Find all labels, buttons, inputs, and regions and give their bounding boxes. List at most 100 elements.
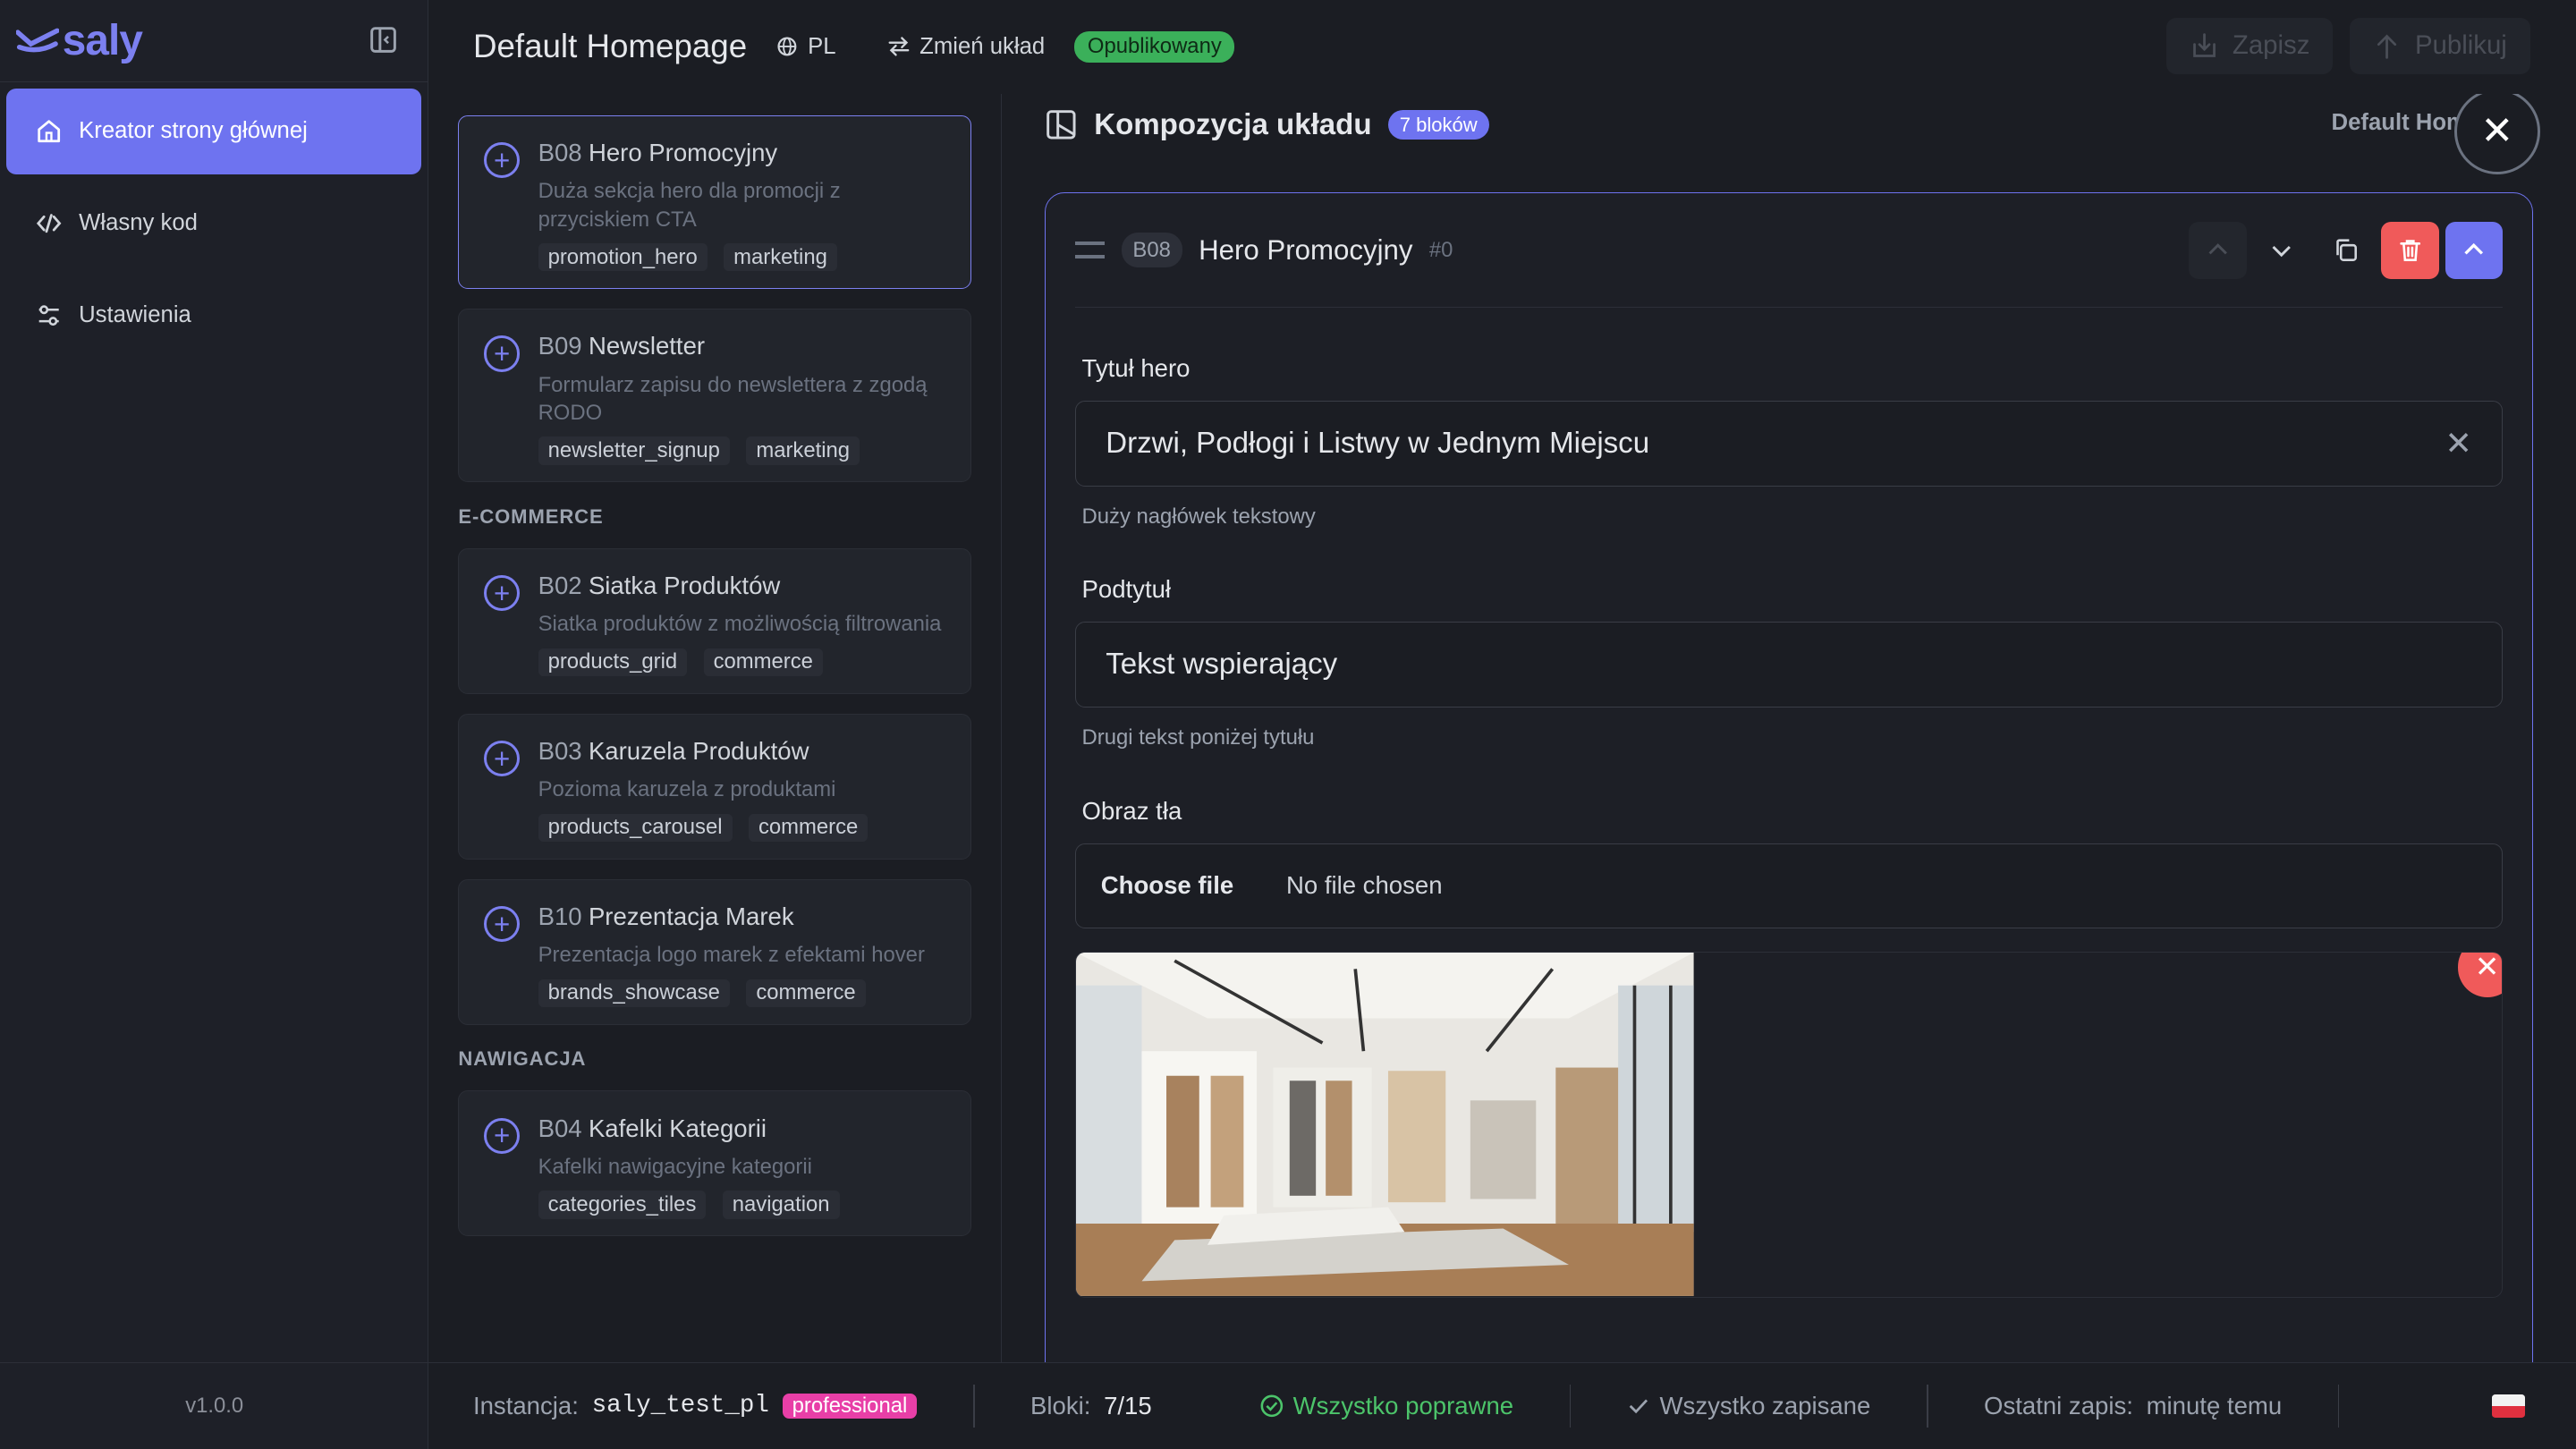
change-layout-button[interactable]: Zmień układ [888, 34, 1045, 60]
close-button[interactable]: ✕ [2454, 93, 2540, 174]
library-card[interactable]: + B10 Prezentacja Marek Prezentacja logo … [458, 878, 972, 1025]
sidebar-item-label: Własny kod [79, 210, 198, 236]
save-button[interactable]: Zapisz [2166, 18, 2334, 74]
block-count-badge: 7 bloków [1387, 109, 1489, 140]
block-code: B04 [538, 1114, 582, 1143]
block-library: + B08 Hero Promocyjny Duża sekcja hero dl… [428, 93, 1003, 1362]
block-actions [2189, 221, 2504, 279]
poland-flag-icon[interactable] [2492, 1394, 2526, 1418]
status-bar: Instancja: saly_test_pl professional Blo… [428, 1361, 2576, 1449]
language-label: PL [808, 33, 836, 59]
input-value: Drzwi, Podłogi i Listwy w Jednym Miejscu [1106, 426, 1650, 460]
input-value: Tekst wspierający [1106, 648, 1338, 682]
plan-badge: professional [782, 1393, 918, 1419]
composition-title: Kompozycja układu [1094, 107, 1372, 141]
sidebar-item-custom-code[interactable]: Własny kod [6, 181, 421, 267]
library-section-title: E-COMMERCE [458, 504, 604, 528]
collapse-block-button[interactable] [2445, 221, 2504, 279]
library-section-title: NAWIGACJA [458, 1047, 587, 1071]
field-label: Podtytuł [1081, 575, 1172, 604]
code-icon [37, 214, 62, 233]
drag-handle-icon[interactable] [1075, 242, 1106, 258]
sidebar-item-label: Kreator strony głównej [79, 118, 308, 144]
block-description: Duża sekcja hero dla promocji z przycisk… [538, 179, 841, 232]
save-icon [2193, 33, 2216, 57]
library-card[interactable]: + B03 Karuzela Produktów Pozioma karuzela… [458, 713, 972, 860]
block-description: Prezentacja logo marek z efektami hover [538, 943, 925, 968]
field-label: Obraz tła [1081, 796, 1182, 825]
move-down-button[interactable] [2253, 222, 2310, 279]
move-up-button[interactable] [2189, 221, 2247, 279]
instance-label: Instancja: [472, 1391, 579, 1419]
block-description: Siatka produktów z możliwością filtrowan… [538, 612, 942, 637]
save-status-text: Wszystko zapisane [1659, 1391, 1871, 1419]
tag: products_carousel [538, 813, 733, 843]
block-index: #0 [1428, 237, 1453, 262]
add-block-icon[interactable]: + [483, 1117, 521, 1155]
duplicate-button[interactable] [2318, 222, 2375, 279]
status-badge: Opublikowany [1074, 30, 1235, 64]
block-description: Kafelki nawigacyjne kategorii [538, 1155, 812, 1180]
sliders-icon [39, 305, 60, 326]
block-name: Hero Promocyjny [1199, 233, 1413, 266]
logo[interactable]: saly [16, 16, 143, 65]
sidebar-collapse-icon[interactable] [369, 25, 398, 55]
background-image-field: Obraz tła Choose file No file chosen ✕ [1075, 796, 2504, 1299]
block-description: Pozioma karuzela z produktami [538, 777, 836, 802]
library-card[interactable]: + B02 Siatka Produktów Siatka produktów z… [458, 547, 972, 694]
remove-image-button[interactable]: ✕ [2457, 951, 2503, 997]
file-status: No file chosen [1285, 871, 1443, 900]
library-card[interactable]: + B04 Kafelki Kategorii Kafelki nawigacyj… [458, 1090, 972, 1237]
add-block-icon[interactable]: + [483, 741, 521, 777]
block-code: B03 [538, 737, 582, 766]
close-icon: ✕ [2480, 109, 2514, 154]
file-input[interactable]: Choose file No file chosen [1075, 843, 2504, 929]
layout-composition: Kompozycja układu 7 bloków Default Homep… [1002, 93, 2576, 1362]
tag: marketing [724, 242, 837, 272]
clear-icon[interactable]: ✕ [2445, 424, 2472, 462]
logo-row: saly [0, 0, 428, 82]
layout-icon [1046, 110, 1076, 140]
add-block-icon[interactable]: + [483, 335, 521, 372]
choose-file-button[interactable]: Choose file [1101, 871, 1233, 900]
showroom-image [1076, 952, 1694, 1296]
library-card[interactable]: + B08 Hero Promocyjny Duża sekcja hero dl… [458, 114, 972, 289]
arrow-up-icon [2377, 34, 2397, 59]
copy-icon [2336, 239, 2358, 261]
block-title: Hero Promocyjny [588, 139, 778, 167]
close-icon: ✕ [2474, 951, 2500, 985]
sidebar-item-settings[interactable]: Ustawienia [6, 273, 421, 359]
field-hint: Drugi tekst poniżej tytułu [1081, 725, 1315, 750]
chevron-up-icon [2208, 243, 2227, 255]
sidebar: saly Kreator strony głównej Własny kod U… [0, 0, 429, 1449]
image-preview: ✕ [1075, 951, 2504, 1299]
tag: commerce [748, 813, 869, 843]
publish-button[interactable]: Publikuj [2349, 18, 2530, 74]
library-card[interactable]: + B09 Newsletter Formularz zapisu do news… [458, 308, 972, 482]
globe-icon [777, 37, 797, 56]
home-icon [38, 120, 61, 143]
tag: marketing [746, 436, 860, 465]
block-editor-card: B08 Hero Promocyjny #0 Tytuł hero Drzwi,… [1045, 191, 2534, 1362]
delete-block-button[interactable] [2381, 221, 2439, 279]
validation-status: Wszystko poprawne [1260, 1392, 1513, 1420]
block-description: Formularz zapisu do newslettera z zgodą … [538, 372, 928, 425]
save-status: Wszystko zapisane [1627, 1392, 1870, 1420]
chevron-up-icon [2464, 242, 2484, 255]
tag: brands_showcase [538, 979, 730, 1008]
block-title: Karuzela Produktów [588, 737, 809, 766]
add-block-icon[interactable]: + [483, 906, 521, 943]
header-actions: Zapisz Publikuj [2166, 18, 2530, 74]
hero-title-input[interactable]: Drzwi, Podłogi i Listwy w Jednym Miejscu… [1075, 401, 2504, 487]
subtitle-input[interactable]: Tekst wspierający [1075, 622, 2504, 708]
language-selector[interactable]: PL [776, 33, 836, 60]
publish-label: Publikuj [2414, 30, 2507, 61]
add-block-icon[interactable]: + [483, 575, 521, 612]
sidebar-item-homepage-builder[interactable]: Kreator strony głównej [6, 89, 422, 174]
tag: newsletter_signup [538, 436, 730, 465]
add-block-icon[interactable]: + [483, 141, 521, 179]
validation-text: Wszystko poprawne [1292, 1391, 1514, 1419]
swap-arrows-icon [888, 37, 910, 56]
last-save-label: Ostatni zapis: [1984, 1391, 2133, 1419]
block-code: B02 [538, 572, 582, 600]
